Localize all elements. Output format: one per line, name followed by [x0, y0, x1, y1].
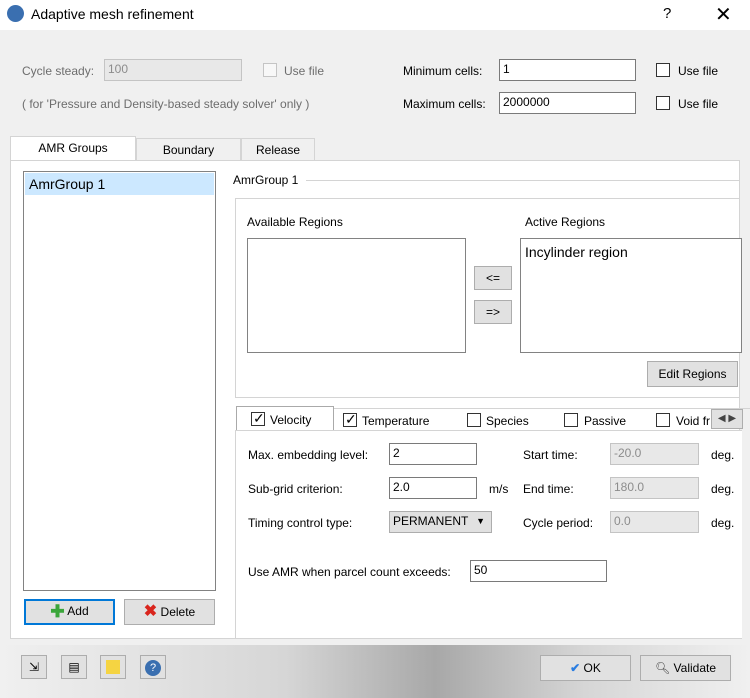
- max-cells-input[interactable]: 2000000: [499, 92, 636, 114]
- ok-check-icon: ✔: [570, 661, 581, 675]
- species-tab-label: Species: [486, 414, 529, 428]
- species-checkbox[interactable]: [467, 413, 481, 427]
- move-left-button[interactable]: <=: [474, 266, 512, 290]
- max-embedding-label: Max. embedding level:: [248, 448, 369, 462]
- subgrid-label: Sub-grid criterion:: [248, 482, 343, 496]
- group-panel-title: AmrGroup 1: [233, 173, 299, 187]
- cycle-steady-label: Cycle steady:: [22, 64, 95, 78]
- tab-scroll-arrows[interactable]: ◀ ▶: [711, 409, 743, 429]
- cycle-use-file-checkbox[interactable]: [263, 63, 277, 77]
- temperature-tab-label: Temperature: [362, 414, 430, 428]
- min-use-file-label: Use file: [678, 64, 719, 78]
- dropdown-arrow-icon: ▼: [476, 516, 485, 526]
- cycle-period-input[interactable]: 0.0: [610, 511, 699, 533]
- cycle-use-file-label: Use file: [284, 64, 325, 78]
- tab-temperature[interactable]: [334, 408, 451, 409]
- app-icon: [7, 5, 24, 22]
- start-time-label: Start time:: [523, 448, 578, 462]
- end-time-input[interactable]: 180.0: [610, 477, 699, 499]
- edit-regions-button[interactable]: Edit Regions: [647, 361, 738, 387]
- start-time-input[interactable]: -20.0: [610, 443, 699, 465]
- move-right-button[interactable]: =>: [474, 300, 512, 324]
- cycle-period-unit: deg.: [711, 516, 735, 530]
- list-item[interactable]: Incylinder region: [525, 244, 628, 260]
- info-icon[interactable]: ?: [140, 655, 166, 679]
- active-regions-label: Active Regions: [525, 215, 606, 229]
- list-item[interactable]: AmrGroup 1: [25, 173, 214, 195]
- note-icon[interactable]: [100, 655, 126, 679]
- ok-button[interactable]: ✔ OK: [540, 655, 631, 681]
- min-cells-label: Minimum cells:: [403, 64, 483, 78]
- solver-note: ( for 'Pressure and Density-based steady…: [22, 97, 310, 111]
- window-title: Adaptive mesh refinement: [31, 6, 194, 22]
- tab-release[interactable]: Release: [241, 138, 315, 161]
- group-list[interactable]: [23, 171, 216, 591]
- delete-button[interactable]: ✖ Delete: [124, 599, 215, 625]
- group-title-divider: [306, 180, 740, 181]
- validate-button[interactable]: 🔍︎ Validate: [640, 655, 731, 681]
- start-time-unit: deg.: [711, 448, 735, 462]
- timing-label: Timing control type:: [248, 516, 353, 530]
- timing-select[interactable]: PERMANENT ▼: [389, 511, 492, 533]
- help-icon[interactable]: ?: [663, 5, 671, 22]
- tab-amr-groups[interactable]: AMR Groups: [10, 136, 136, 162]
- available-regions-list[interactable]: [247, 238, 466, 353]
- min-use-file-checkbox[interactable]: [656, 63, 670, 77]
- close-icon[interactable]: ✕: [715, 2, 732, 27]
- tab-boundary[interactable]: Boundary: [136, 138, 241, 161]
- plus-icon: ✚: [50, 602, 65, 621]
- parcel-count-label: Use AMR when parcel count exceeds:: [248, 565, 451, 579]
- max-use-file-checkbox[interactable]: [656, 96, 670, 110]
- min-cells-input[interactable]: 1: [499, 59, 636, 81]
- subgrid-unit: m/s: [489, 482, 509, 496]
- available-regions-label: Available Regions: [247, 215, 343, 229]
- end-time-label: End time:: [523, 482, 574, 496]
- tab-passive[interactable]: [549, 408, 641, 409]
- max-use-file-label: Use file: [678, 97, 719, 111]
- passive-tab-label: Passive: [584, 414, 627, 428]
- temperature-checkbox[interactable]: [343, 411, 357, 428]
- export-icon[interactable]: ⇲: [21, 655, 47, 679]
- tab-species[interactable]: [451, 408, 549, 409]
- preview-icon[interactable]: ▤: [61, 655, 87, 679]
- subgrid-input[interactable]: 2.0: [389, 477, 477, 499]
- parcel-count-input[interactable]: 50: [470, 560, 607, 582]
- velocity-checkbox[interactable]: [251, 410, 265, 427]
- passive-checkbox[interactable]: [564, 413, 578, 427]
- delete-icon: ✖: [143, 603, 158, 620]
- cycle-steady-input[interactable]: 100: [104, 59, 242, 81]
- magnifier-icon: 🔍︎: [654, 661, 671, 675]
- cycle-period-label: Cycle period:: [523, 516, 594, 530]
- void-fraction-tab-label: Void fr: [676, 414, 711, 428]
- velocity-tab-label: Velocity: [270, 413, 312, 427]
- end-time-unit: deg.: [711, 482, 735, 496]
- max-cells-label: Maximum cells:: [403, 97, 486, 111]
- void-fraction-checkbox[interactable]: [656, 413, 670, 427]
- add-button[interactable]: ✚ Add: [24, 599, 115, 625]
- max-embedding-input[interactable]: 2: [389, 443, 477, 465]
